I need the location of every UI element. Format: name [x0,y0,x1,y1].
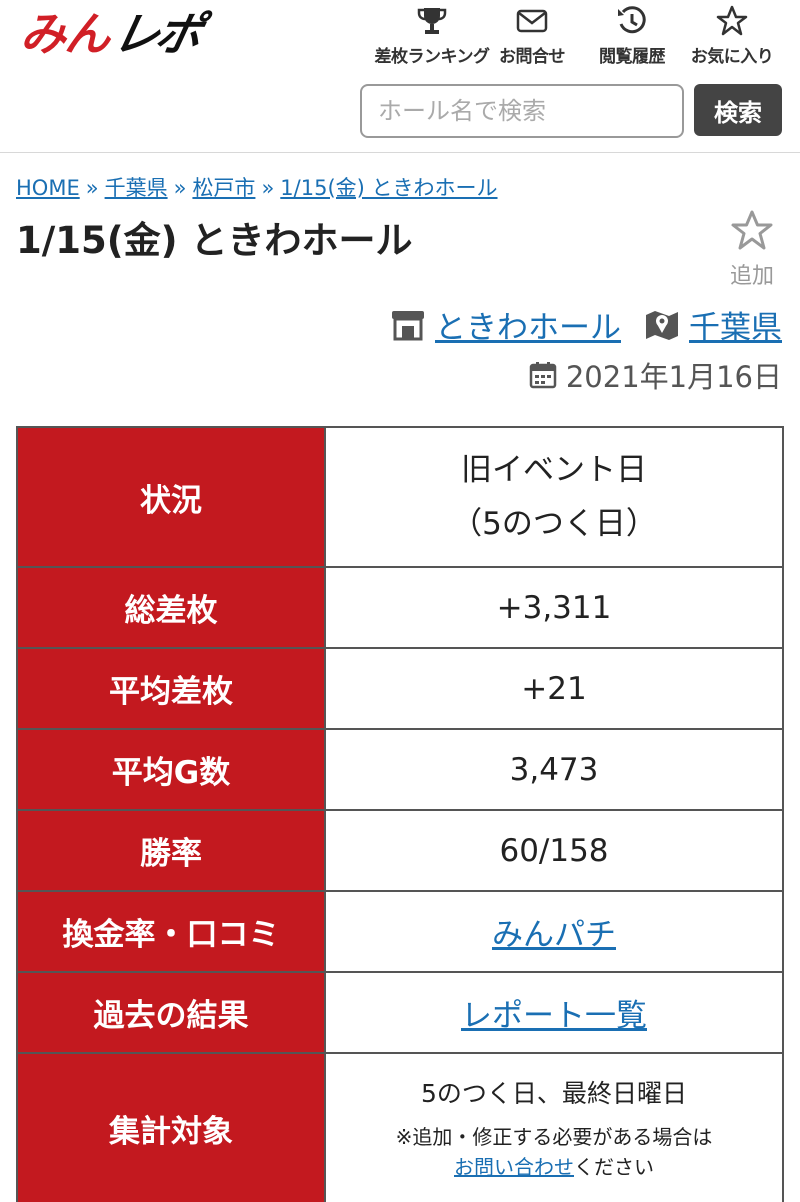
row-header-total-diff: 総差枚 [16,566,326,649]
total-diff-value: +3,311 [324,566,784,649]
nav-ranking-label: 差枚ランキング [374,47,491,67]
header-divider [0,152,800,153]
table-row: 総差枚 +3,311 [16,566,784,649]
breadcrumb-current[interactable]: 1/15(金) ときわホール [280,176,497,200]
breadcrumb: HOME» 千葉県» 松戸市» 1/15(金) ときわホール [16,172,498,202]
nav-ranking[interactable]: 差枚ランキング [375,4,490,67]
row-header-status: 状況 [16,426,326,568]
table-row: 過去の結果 レポート一覧 [16,971,784,1054]
header-nav: 差枚ランキング お問合せ 閲覧履歴 お気に入り [375,4,782,67]
contact-link[interactable]: お問い合わせ [454,1155,574,1179]
logo-text-red: みん [20,7,110,61]
table-row: 勝率 60/158 [16,809,784,892]
report-list-link[interactable]: レポート一覧 [461,998,647,1034]
prefecture-link-label: 千葉県 [689,310,782,346]
breadcrumb-city[interactable]: 松戸市 [192,176,255,200]
avg-diff-value: +21 [324,647,784,730]
row-header-past-results: 過去の結果 [16,971,326,1054]
logo-text-black: レポ [108,7,204,61]
history-icon [618,6,646,34]
nav-favorites[interactable]: お気に入り [682,4,782,67]
table-row: 状況 旧イベント日 （5のつく日） [16,426,784,568]
table-row: 平均差枚 +21 [16,647,784,730]
site-logo[interactable]: みん レポ [20,7,204,61]
exchange-cell: みんパチ [324,890,784,973]
hall-link[interactable]: ときわホール [389,302,621,347]
add-favorite-label: 追加 [729,264,774,289]
prefecture-link[interactable]: 千葉県 [643,302,782,347]
minpachi-link[interactable]: みんパチ [492,917,616,953]
report-date-text: 2021年1月16日 [565,360,782,394]
row-header-win-rate: 勝率 [16,809,326,892]
target-note: ※追加・修正する必要がある場合は お問い合わせください [326,1122,782,1182]
row-header-exchange: 換金率・口コミ [16,890,326,973]
search-button[interactable]: 検索 [694,84,782,136]
store-icon [392,310,424,340]
win-rate-value: 60/158 [324,809,784,892]
table-row: 集計対象 5のつく日、最終日曜日 ※追加・修正する必要がある場合は お問い合わせ… [16,1052,784,1202]
row-header-target: 集計対象 [16,1052,326,1202]
star-icon [716,5,748,36]
past-results-cell: レポート一覧 [324,971,784,1054]
add-favorite-button[interactable]: 追加 [722,208,782,290]
breadcrumb-prefecture[interactable]: 千葉県 [105,176,168,200]
trophy-icon [417,8,447,34]
page-title: 1/15(金) ときわホール [16,219,413,262]
search-input[interactable] [360,84,684,138]
star-outline-icon [731,210,773,250]
target-note-line2: ください [574,1155,654,1179]
hall-link-label: ときわホール [435,310,621,346]
breadcrumb-separator: » [85,176,99,200]
hall-meta: ときわホール 千葉県 [389,302,782,347]
row-header-avg-diff: 平均差枚 [16,647,326,730]
status-subvalue: （5のつく日） [451,506,657,542]
nav-favorites-label: お気に入り [690,47,774,67]
row-header-avg-games: 平均G数 [16,728,326,811]
table-row: 平均G数 3,473 [16,728,784,811]
report-date: 2021年1月16日 [528,354,782,396]
breadcrumb-separator: » [261,176,275,200]
target-value: 5のつく日、最終日曜日 [421,1079,687,1108]
status-cell: 旧イベント日 （5のつく日） [324,426,784,568]
map-pin-icon [646,310,678,340]
nav-history-label: 閲覧履歴 [599,47,666,67]
table-row: 換金率・口コミ みんパチ [16,890,784,973]
breadcrumb-home[interactable]: HOME [16,176,80,200]
calendar-icon [529,362,557,389]
nav-contact-label: お問合せ [499,47,566,67]
mail-icon [516,9,548,33]
search-bar: 検索 [360,84,782,138]
target-cell: 5のつく日、最終日曜日 ※追加・修正する必要がある場合は お問い合わせください [324,1052,784,1202]
target-note-line1: ※追加・修正する必要がある場合は [395,1125,713,1149]
avg-games-value: 3,473 [324,728,784,811]
status-value: 旧イベント日 [461,452,647,488]
summary-table: 状況 旧イベント日 （5のつく日） 総差枚 +3,311 平均差枚 +21 平均… [16,426,784,1202]
breadcrumb-separator: » [173,176,187,200]
nav-contact[interactable]: お問合せ [482,4,582,67]
nav-history[interactable]: 閲覧履歴 [582,4,682,67]
